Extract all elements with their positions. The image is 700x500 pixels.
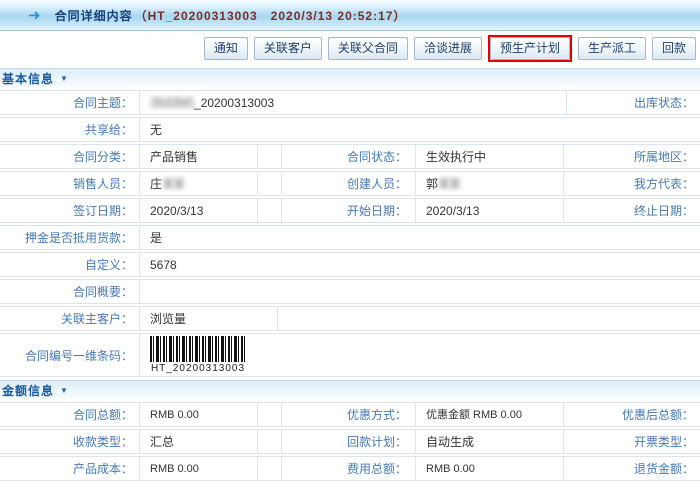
discount-method-value: 优惠金额 RMB 0.00 <box>416 403 564 426</box>
barcode-caption: HT_20200313003 <box>150 362 246 375</box>
field-label-outbound-status: 出库状态： <box>567 91 700 114</box>
redacted-text: 测试商机 <box>150 96 194 110</box>
redacted-text: 某某 <box>162 177 184 191</box>
field-row-contract-category: 合同分类： 产品销售 合同状态： 生效执行中 所属地区： <box>0 144 700 169</box>
field-row-custom: 自定义： 5678 <box>0 252 700 277</box>
spacer-cell <box>258 430 282 453</box>
field-label: 关联主客户： <box>0 307 140 330</box>
field-label-region: 所属地区： <box>564 145 700 168</box>
field-label-total-after-discount: 优惠后总额： <box>564 403 700 426</box>
field-row-product-cost: 产品成本： RMB 0.00 费用总额： RMB 0.00 退货金额： <box>0 456 700 481</box>
field-label: 合同总额： <box>0 403 140 426</box>
spacer-cell <box>258 145 282 168</box>
pre-production-plan-button[interactable]: 预生产计划 <box>490 37 570 60</box>
sign-date-value: 2020/3/13 <box>140 199 258 222</box>
start-date-value: 2020/3/13 <box>416 199 564 222</box>
field-label-return-amount: 退货金额： <box>564 457 700 480</box>
field-label-start-date: 开始日期： <box>282 199 416 222</box>
basic-info-table: 合同主题： 测试商机_20200313003 出库状态： 共享给： 无 合同分类… <box>0 90 700 377</box>
field-label-end-date: 终止日期： <box>564 199 700 222</box>
field-label: 合同分类： <box>0 145 140 168</box>
field-label-expense-total: 费用总额： <box>282 457 416 480</box>
spacer-cell <box>258 457 282 480</box>
field-row-contract-total: 合同总额： RMB 0.00 优惠方式： 优惠金额 RMB 0.00 优惠后总额… <box>0 402 700 427</box>
field-label: 产品成本： <box>0 457 140 480</box>
contract-subject-value: 测试商机_20200313003 <box>140 91 567 114</box>
field-label-discount-method: 优惠方式： <box>282 403 416 426</box>
titlebar: ➜ 合同详细内容 （HT_20200313003 2020/3/13 20:52… <box>0 0 700 31</box>
field-row-dates: 签订日期： 2020/3/13 开始日期： 2020/3/13 终止日期： <box>0 198 700 223</box>
field-row-deposit: 押金是否抵用货款： 是 <box>0 225 700 250</box>
page-title: 合同详细内容 <box>55 7 133 24</box>
field-label-contract-status: 合同状态： <box>282 145 416 168</box>
toolbar: 通知 关联客户 关联父合同 洽谈进展 预生产计划 生产派工 回款 <box>0 31 700 65</box>
product-cost-value: RMB 0.00 <box>140 457 258 480</box>
contract-status-value: 生效执行中 <box>416 145 564 168</box>
spacer-cell <box>258 199 282 222</box>
field-row-collection-type: 收款类型： 汇总 回款计划： 自动生成 开票类型： <box>0 429 700 454</box>
notify-button[interactable]: 通知 <box>204 37 248 60</box>
empty-cell <box>278 307 700 330</box>
deposit-value: 是 <box>140 226 700 249</box>
forward-arrow-icon: ➜ <box>28 8 41 23</box>
contract-total-value: RMB 0.00 <box>140 403 258 426</box>
chevron-down-icon: ▼ <box>60 74 68 83</box>
section-header-amount-info[interactable]: 金额信息 ▼ <box>0 380 700 399</box>
main-customer-value: 浏览量 <box>140 307 278 330</box>
barcode-image <box>150 336 246 362</box>
field-row-barcode: 合同编号一维条码： HT_20200313003 <box>0 333 700 377</box>
field-label: 合同主题： <box>0 91 140 114</box>
redacted-text: 某某 <box>438 177 460 191</box>
payment-collection-button[interactable]: 回款 <box>652 37 696 60</box>
spacer-cell <box>258 403 282 426</box>
field-row-sales-person: 销售人员： 庄某某 创建人员： 郭某某 我方代表： <box>0 171 700 196</box>
spacer-cell <box>258 172 282 195</box>
section-title: 基本信息 <box>2 70 54 87</box>
shared-with-value: 无 <box>140 118 700 141</box>
chevron-down-icon: ▼ <box>60 386 68 395</box>
collection-type-value: 汇总 <box>140 430 258 453</box>
field-label: 收款类型： <box>0 430 140 453</box>
link-parent-contract-button[interactable]: 关联父合同 <box>328 37 408 60</box>
amount-info-table: 合同总额： RMB 0.00 优惠方式： 优惠金额 RMB 0.00 优惠后总额… <box>0 402 700 481</box>
link-customer-button[interactable]: 关联客户 <box>254 37 322 60</box>
creator-value: 郭某某 <box>416 172 564 195</box>
field-label-our-representative: 我方代表： <box>564 172 700 195</box>
section-header-basic-info[interactable]: 基本信息 ▼ <box>0 68 700 87</box>
field-row-contract-subject: 合同主题： 测试商机_20200313003 出库状态： <box>0 90 700 115</box>
field-label-invoice-type: 开票类型： <box>564 430 700 453</box>
field-label-payment-plan: 回款计划： <box>282 430 416 453</box>
field-label: 押金是否抵用货款： <box>0 226 140 249</box>
field-label: 销售人员： <box>0 172 140 195</box>
field-label-creator: 创建人员： <box>282 172 416 195</box>
field-label: 自定义： <box>0 253 140 276</box>
highlight-annotation-box: 预生产计划 <box>488 35 572 62</box>
contract-category-value: 产品销售 <box>140 145 258 168</box>
field-row-main-customer: 关联主客户： 浏览量 <box>0 306 700 331</box>
section-title: 金额信息 <box>2 382 54 399</box>
field-label: 签订日期： <box>0 199 140 222</box>
page-title-contract-number: （HT_20200313003 2020/3/13 20:52:17） <box>135 7 407 24</box>
field-row-shared-with: 共享给： 无 <box>0 117 700 142</box>
custom-field-value: 5678 <box>140 253 700 276</box>
field-label: 共享给： <box>0 118 140 141</box>
field-label: 合同编号一维条码： <box>0 334 140 376</box>
payment-plan-value: 自动生成 <box>416 430 564 453</box>
negotiation-progress-button[interactable]: 洽谈进展 <box>414 37 482 60</box>
expense-total-value: RMB 0.00 <box>416 457 564 480</box>
field-label: 合同概要： <box>0 280 140 303</box>
sales-person-value: 庄某某 <box>140 172 258 195</box>
barcode-cell: HT_20200313003 <box>140 334 700 376</box>
contract-summary-value <box>140 280 700 303</box>
production-dispatch-button[interactable]: 生产派工 <box>578 37 646 60</box>
field-row-contract-summary: 合同概要： <box>0 279 700 304</box>
